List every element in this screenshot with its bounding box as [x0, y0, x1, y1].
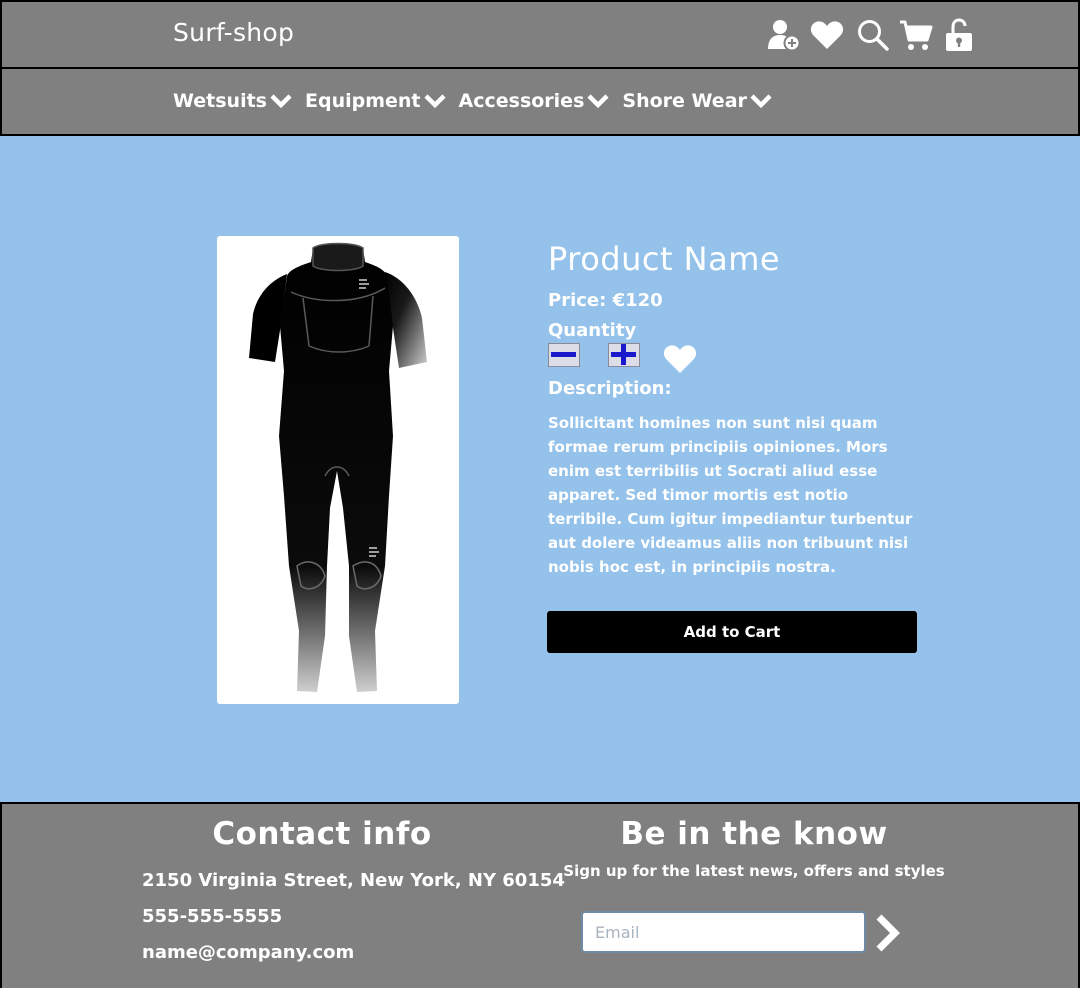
- description-label: Description:: [548, 378, 672, 399]
- nav-item-shore-wear[interactable]: Shore Wear: [622, 90, 773, 112]
- product-price: Price: €120: [548, 290, 663, 311]
- add-to-wishlist-heart-icon[interactable]: [663, 343, 697, 378]
- newsletter-email-input[interactable]: [581, 911, 866, 953]
- cart-icon[interactable]: [899, 19, 933, 51]
- unlock-icon[interactable]: [945, 18, 973, 52]
- contact-info-title: Contact info: [212, 816, 432, 852]
- contact-address: 2150 Virginia Street, New York, NY 60154: [142, 870, 565, 891]
- nav-item-equipment[interactable]: Equipment: [305, 90, 447, 112]
- quantity-controls: [548, 343, 928, 375]
- newsletter-title: Be in the know: [620, 816, 888, 852]
- top-icon-group: [766, 16, 973, 54]
- nav-item-label: Accessories: [458, 90, 585, 112]
- contact-email[interactable]: name@company.com: [142, 942, 354, 963]
- brand-logo[interactable]: Surf-shop: [173, 18, 294, 47]
- product-name: Product Name: [548, 240, 781, 278]
- chevron-down-icon: [423, 92, 447, 110]
- nav-item-label: Equipment: [305, 90, 421, 112]
- product-description: Sollicitant homines non sunt nisi quam f…: [548, 414, 913, 576]
- plus-icon: [611, 344, 636, 365]
- minus-icon: [551, 352, 576, 357]
- top-bar: Surf-shop: [0, 0, 1080, 69]
- contact-phone[interactable]: 555-555-5555: [142, 906, 282, 927]
- chevron-down-icon: [586, 92, 610, 110]
- search-icon[interactable]: [857, 19, 889, 51]
- nav-item-accessories[interactable]: Accessories: [459, 90, 611, 112]
- add-to-cart-button[interactable]: Add to Cart: [547, 611, 917, 653]
- wetsuit-illustration: [249, 242, 427, 692]
- newsletter-submit-chevron-right-icon[interactable]: [874, 913, 902, 953]
- footer: Contact info 2150 Virginia Street, New Y…: [0, 802, 1080, 988]
- increase-quantity-button[interactable]: [608, 343, 640, 367]
- nav-item-label: Shore Wear: [622, 90, 747, 112]
- nav-item-wetsuits[interactable]: Wetsuits: [173, 90, 293, 112]
- main-nav: Wetsuits Equipment Accessories Shore Wea…: [0, 67, 1080, 136]
- nav-item-label: Wetsuits: [173, 90, 267, 112]
- chevron-down-icon: [269, 92, 293, 110]
- product-section: Product Name Price: €120 Quantity Descri…: [0, 136, 1080, 803]
- quantity-label: Quantity: [548, 320, 637, 341]
- chevron-down-icon: [749, 92, 773, 110]
- decrease-quantity-button[interactable]: [548, 343, 580, 367]
- product-info: Product Name Price: €120 Quantity Descri…: [548, 240, 928, 579]
- add-user-icon[interactable]: [766, 18, 802, 52]
- newsletter-subtitle: Sign up for the latest news, offers and …: [563, 862, 945, 880]
- heart-icon[interactable]: [810, 20, 844, 50]
- product-image: [217, 236, 459, 704]
- nav-list: Wetsuits Equipment Accessories Shore Wea…: [173, 90, 785, 112]
